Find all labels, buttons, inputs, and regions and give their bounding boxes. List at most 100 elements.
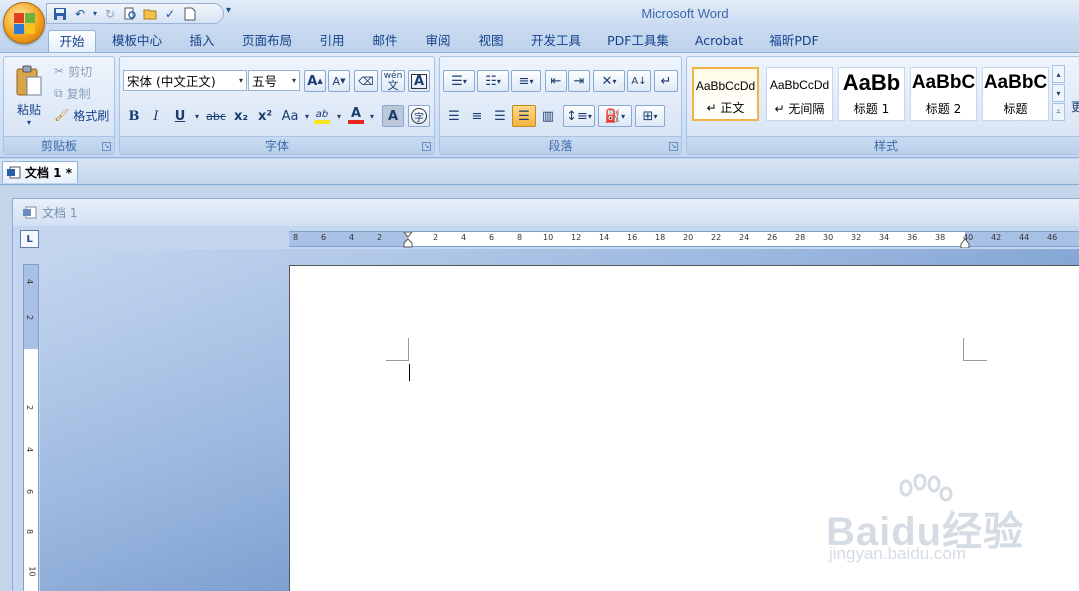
distributed-button[interactable]: ▥: [537, 105, 559, 127]
styles-more-icon[interactable]: ⩡: [1052, 103, 1065, 121]
horizontal-ruler[interactable]: 8 6 4 2 2 4 6 8 10 12 14 16 18 20 22 24 26 28 30 32 34 36 38 40…: [289, 231, 1079, 249]
font-color-button[interactable]: A: [345, 105, 367, 127]
right-indent-marker[interactable]: [960, 237, 970, 249]
ribbon: 粘贴 ▾ ✂ 剪切 ⧉ 复制 🖌 格式刷 剪贴板 ↘ 宋体 (中文正文) ▾ 五号 ▾ A: [0, 52, 1079, 158]
show-marks-button[interactable]: ↵: [654, 70, 678, 92]
underline-dropdown-icon[interactable]: ▾: [192, 105, 202, 127]
paste-button[interactable]: 粘贴 ▾: [7, 59, 51, 133]
ruler-number: 22: [711, 233, 722, 242]
ruler-number: 38: [935, 233, 946, 242]
numbered-list-icon: ☷: [485, 73, 497, 89]
shading-button[interactable]: ⛽ ▾: [598, 105, 632, 127]
style-title[interactable]: AaBbC 标题: [982, 67, 1049, 121]
line-spacing-button[interactable]: ↕≡ ▾: [563, 105, 595, 127]
font-launcher-icon[interactable]: ↘: [422, 142, 431, 151]
char-border-button[interactable]: A: [408, 70, 430, 92]
increase-indent-button[interactable]: ⇥: [568, 70, 590, 92]
paste-dropdown-icon[interactable]: ▾: [27, 118, 31, 127]
ruler-number: 28: [795, 233, 806, 242]
phonetic-guide-button[interactable]: wén 文: [381, 70, 405, 92]
chevron-down-icon: ▾: [238, 76, 243, 85]
redo-icon[interactable]: ↻: [101, 5, 119, 22]
tab-selector-button[interactable]: L: [20, 230, 39, 248]
save-icon[interactable]: [51, 5, 69, 22]
char-shading-button[interactable]: A: [382, 105, 404, 127]
tab-page-layout[interactable]: 页面布局: [236, 30, 298, 52]
tab-template-center[interactable]: 模板中心: [106, 30, 168, 52]
font-name-select[interactable]: 宋体 (中文正文) ▾: [123, 70, 247, 91]
copy-button[interactable]: ⧉ 复制: [54, 84, 91, 102]
new-document-icon[interactable]: [181, 5, 199, 22]
bold-button[interactable]: B: [124, 105, 144, 127]
undo-icon[interactable]: ↶: [71, 5, 89, 22]
tab-view[interactable]: 视图: [469, 30, 513, 52]
clipboard-launcher-icon[interactable]: ↘: [102, 142, 111, 151]
justify-button[interactable]: ☰: [512, 105, 536, 127]
ruler-number: 24: [739, 233, 750, 242]
grow-font-button[interactable]: A ▲: [304, 70, 326, 92]
align-right-button[interactable]: ☰: [489, 105, 511, 127]
superscript-button[interactable]: x²: [254, 105, 276, 127]
first-line-indent-marker[interactable]: [402, 231, 414, 248]
text-cursor: [409, 364, 410, 381]
tab-review[interactable]: 审阅: [416, 30, 460, 52]
print-preview-icon[interactable]: [121, 5, 139, 22]
paragraph-launcher-icon[interactable]: ↘: [669, 142, 678, 151]
sort-button[interactable]: A↓: [627, 70, 651, 92]
crop-mark-top-right: [963, 338, 964, 360]
enclose-char-button[interactable]: 字: [408, 105, 430, 127]
multilevel-list-button[interactable]: ≡ ▾: [511, 70, 541, 92]
strikethrough-button[interactable]: abc: [204, 105, 228, 127]
font-size-select[interactable]: 五号 ▾: [248, 70, 300, 91]
tab-mailings[interactable]: 邮件: [363, 30, 407, 52]
cut-button[interactable]: ✂ 剪切: [54, 62, 92, 80]
borders-button[interactable]: ⊞ ▾: [635, 105, 665, 127]
ruler-number: 4: [25, 278, 35, 285]
change-case-button[interactable]: Aa: [278, 105, 302, 127]
bullets-button[interactable]: ☰ ▾: [443, 70, 475, 92]
highlight-dropdown-icon[interactable]: ▾: [335, 105, 343, 127]
style-heading-1[interactable]: AaBb 标题 1: [838, 67, 905, 121]
shrink-font-button[interactable]: A ▼: [328, 70, 350, 92]
italic-button[interactable]: I: [146, 105, 166, 127]
open-folder-icon[interactable]: [141, 5, 159, 22]
phonetic-char-icon: 文: [387, 79, 399, 92]
customize-qat-icon[interactable]: ▾: [226, 5, 231, 16]
style-normal[interactable]: AaBbCcDd ↵ 正文: [692, 67, 759, 121]
title-bar: ↶ ▾ ↻ ✓ ▾ Microsoft Word: [0, 0, 1079, 27]
document-tab[interactable]: 文档 1 *: [2, 161, 78, 183]
tab-home[interactable]: 开始: [48, 30, 96, 52]
spelling-check-icon[interactable]: ✓: [161, 5, 179, 22]
change-styles-button[interactable]: 更: [1070, 95, 1079, 117]
ruler-number: 42: [991, 233, 1002, 242]
highlight-button[interactable]: ab: [310, 105, 334, 127]
tab-developer[interactable]: 开发工具: [524, 30, 588, 52]
style-no-spacing[interactable]: AaBbCcDd ↵ 无间隔: [766, 67, 833, 121]
underline-button[interactable]: U: [170, 105, 190, 127]
undo-dropdown-icon[interactable]: ▾: [91, 5, 99, 22]
tab-pdf-tools[interactable]: PDF工具集: [600, 30, 676, 52]
paragraph-group: ☰ ▾ ☷ ▾ ≡ ▾ ⇤ ⇥ ✕ ▾ A↓ ↵ ☰ ≡ ☰ ☰ ▥ ↕≡ ▾ ⛽ ▾ ⊞ ▾…: [439, 56, 682, 155]
font-group: 宋体 (中文正文) ▾ 五号 ▾ A ▲ A ▼ ⌫ wén 文 A B I U ▾ ab…: [119, 56, 435, 155]
align-left-button[interactable]: ☰: [443, 105, 465, 127]
document-window-title: 文档 1: [13, 199, 1079, 226]
office-button[interactable]: [3, 2, 45, 44]
document-page[interactable]: [289, 265, 1079, 591]
styles-scroll-up-icon[interactable]: ▴: [1052, 65, 1065, 83]
tab-insert[interactable]: 插入: [180, 30, 224, 52]
chinese-layout-button[interactable]: ✕ ▾: [593, 70, 625, 92]
ruler-number: 16: [627, 233, 638, 242]
tab-foxit-pdf[interactable]: 福昕PDF: [762, 30, 826, 52]
font-color-dropdown-icon[interactable]: ▾: [368, 105, 376, 127]
styles-scroll-down-icon[interactable]: ▾: [1052, 84, 1065, 102]
vertical-ruler[interactable]: 4 2 2 4 6 8 10: [23, 264, 39, 591]
tab-references[interactable]: 引用: [310, 30, 354, 52]
numbering-button[interactable]: ☷ ▾: [477, 70, 509, 92]
tab-acrobat[interactable]: Acrobat: [688, 30, 750, 52]
align-center-button[interactable]: ≡: [466, 105, 488, 127]
style-heading-2[interactable]: AaBbC 标题 2: [910, 67, 977, 121]
clear-format-button[interactable]: ⌫: [354, 70, 378, 92]
decrease-indent-button[interactable]: ⇤: [545, 70, 567, 92]
format-painter-button[interactable]: 🖌 格式刷: [54, 106, 109, 124]
subscript-button[interactable]: x₂: [230, 105, 252, 127]
